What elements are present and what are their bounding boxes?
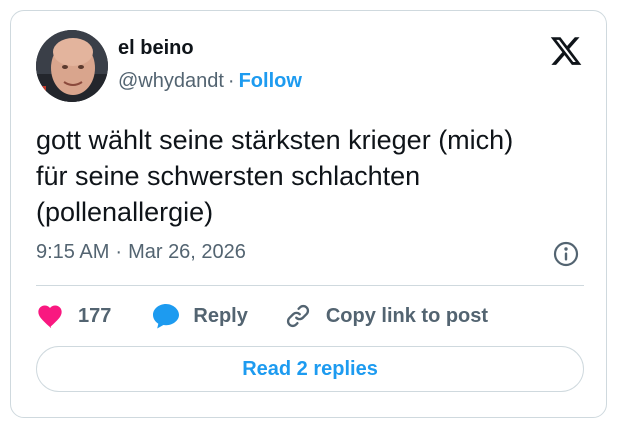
tweet-timestamp[interactable]: 9:15 AM · Mar 26, 2026 <box>36 241 246 264</box>
follow-button[interactable]: Follow <box>239 70 302 92</box>
author-handle[interactable]: @whydandt <box>118 70 224 92</box>
tweet-time: 9:15 AM <box>36 241 110 263</box>
tweet-text-line: (pollenallergie) <box>36 197 214 227</box>
copy-link-button[interactable]: Copy link to post <box>284 302 488 330</box>
copy-link-label: Copy link to post <box>325 304 489 327</box>
link-icon <box>284 302 312 330</box>
avatar[interactable] <box>36 30 108 102</box>
tweet-actions: 177 Reply Copy link to post <box>36 298 488 334</box>
tweet-text-line: gott wählt seine stärksten krieger (mich… <box>36 125 514 155</box>
info-icon[interactable] <box>552 240 580 268</box>
like-count: 177 <box>78 304 112 327</box>
tweet-date: Mar 26, 2026 <box>128 241 246 263</box>
divider <box>36 285 584 286</box>
tweet-text: gott wählt seine stärksten krieger (mich… <box>36 122 596 230</box>
reply-label: Reply <box>193 304 248 327</box>
speech-bubble-icon <box>151 302 181 330</box>
x-logo-icon[interactable] <box>548 34 584 68</box>
author-display-name[interactable]: el beino <box>118 37 194 60</box>
separator-dot: · <box>115 241 123 263</box>
like-button[interactable]: 177 <box>36 303 111 329</box>
tweet-text-line: für seine schwersten schlachten <box>36 161 421 191</box>
separator-dot: · <box>227 70 235 92</box>
author-handle-row: @whydandt · Follow <box>118 70 302 93</box>
read-replies-button[interactable]: Read 2 replies <box>36 346 584 392</box>
heart-icon <box>36 303 64 329</box>
reply-button[interactable]: Reply <box>151 302 248 330</box>
